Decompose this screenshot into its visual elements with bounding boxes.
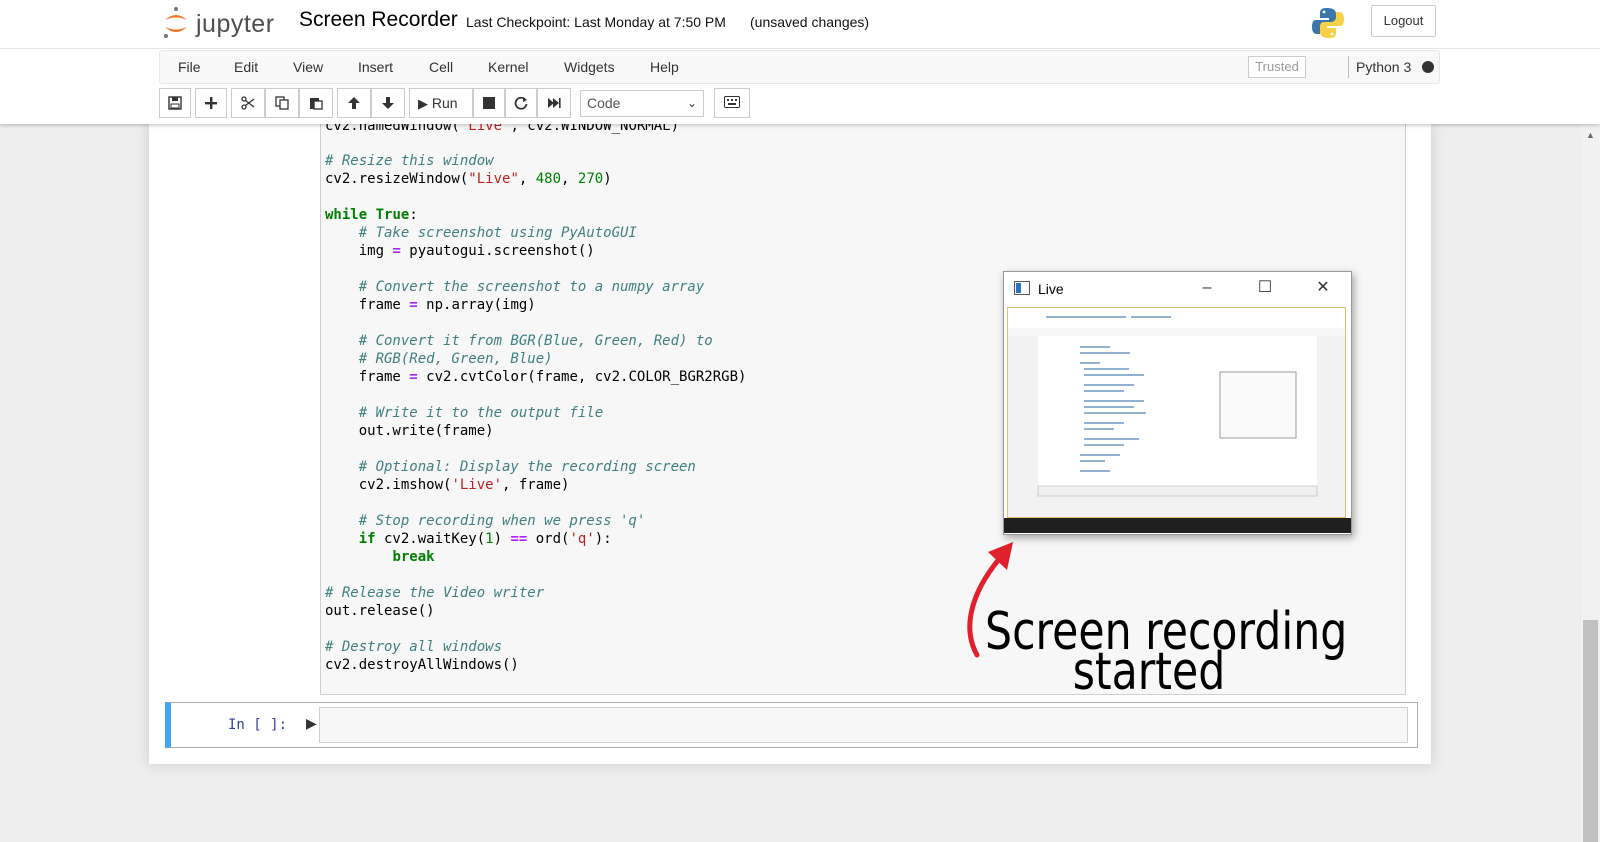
arrow-down-icon (382, 97, 394, 109)
unsaved-status: (unsaved changes) (750, 14, 870, 30)
title-bar: jupyter Screen Recorder Last Checkpoint:… (0, 0, 1600, 49)
live-preview-window[interactable]: Live – ☐ ✕ (1003, 271, 1352, 535)
notebook-header: jupyter Screen Recorder Last Checkpoint:… (0, 0, 1600, 124)
insert-cell-button[interactable] (195, 88, 227, 118)
save-icon (168, 96, 182, 110)
code-comment: # Convert it from BGR(Blue, Green, Red) … (325, 333, 713, 349)
fast-forward-icon (548, 98, 561, 108)
recording-preview (1007, 307, 1346, 518)
paste-icon (310, 98, 323, 110)
move-up-button[interactable] (337, 88, 371, 118)
menu-cell[interactable]: Cell (429, 59, 453, 75)
code-line: cv2.namedWindow("Live", cv2.WINDOW_NORMA… (325, 124, 680, 134)
cell-input-field[interactable] (319, 707, 1408, 743)
code-comment: # Convert the screenshot to a numpy arra… (325, 279, 705, 295)
menu-file[interactable]: File (178, 59, 201, 75)
chevron-down-icon: ⌄ (686, 96, 697, 110)
thumbnail-taskbar (1004, 518, 1351, 533)
code-line: out.write(frame) (325, 423, 494, 439)
kernel-status-icon (1422, 61, 1434, 73)
trusted-indicator[interactable]: Trusted (1248, 56, 1306, 78)
window-title: Live (1038, 281, 1064, 297)
code-line: out.release() (325, 603, 435, 619)
menu-kernel[interactable]: Kernel (488, 59, 528, 75)
move-down-button[interactable] (371, 88, 405, 118)
kernel-name[interactable]: Python 3 (1356, 59, 1411, 75)
code-line: cv2.destroyAllWindows() (325, 657, 519, 673)
kernel-separator (1348, 56, 1349, 78)
copy-button[interactable] (265, 88, 299, 118)
code-line: break (392, 549, 435, 565)
window-titlebar[interactable]: Live – ☐ ✕ (1004, 272, 1351, 307)
scissors-icon (241, 96, 255, 110)
code-comment: # Optional: Display the recording screen (325, 459, 696, 475)
stop-icon (483, 97, 495, 109)
cell-prompt: In [ ]: (228, 717, 288, 733)
paste-button[interactable] (299, 88, 333, 118)
code-line: if cv2.waitKey(1) == ord('q'): (358, 531, 612, 547)
minimize-icon[interactable]: – (1197, 278, 1217, 298)
screen-recording-caption: Screen recording started (985, 606, 1347, 698)
code-comment: # Write it to the output file (325, 405, 604, 421)
cell-type-select[interactable]: Code ⌄ (580, 90, 704, 117)
run-label: Run (431, 95, 458, 111)
interrupt-button[interactable] (473, 88, 505, 118)
menu-help[interactable]: Help (650, 59, 679, 75)
menu-bar: File Edit View Insert Cell Kernel Widget… (159, 50, 1440, 84)
code-line: cv2.imshow('Live', frame) (325, 477, 570, 493)
code-comment: # RGB(Red, Green, Blue) (325, 351, 553, 367)
notebook-name[interactable]: Screen Recorder (299, 8, 458, 32)
code-line: cv2.resizeWindow("Live", 480, 270) (325, 171, 612, 187)
code-line: while True: (325, 207, 418, 223)
close-icon[interactable]: ✕ (1313, 278, 1333, 298)
run-button[interactable]: ▶ Run (409, 88, 473, 118)
restart-icon (514, 96, 528, 110)
restart-button[interactable] (505, 88, 537, 118)
code-line: frame = cv2.cvtColor(frame, cv2.COLOR_BG… (325, 369, 747, 385)
run-icon: ▶ (418, 96, 428, 111)
screen-thumbnail-image (1008, 308, 1345, 497)
plus-icon (205, 97, 217, 109)
checkpoint-status: Last Checkpoint: Last Monday at 7:50 PM (466, 14, 726, 30)
code-comment: # Take screenshot using PyAutoGUI (325, 225, 637, 241)
keyboard-icon (724, 96, 740, 108)
cell-type-value: Code (587, 95, 621, 111)
menu-insert[interactable]: Insert (358, 59, 393, 75)
command-palette-button[interactable] (714, 88, 750, 118)
code-comment: # Resize this window (325, 153, 494, 169)
scroll-up-arrow-icon[interactable]: ▲ (1586, 130, 1595, 140)
code-line: frame = np.array(img) (325, 297, 536, 313)
logout-button[interactable]: Logout (1371, 5, 1436, 37)
jupyter-logo-text: jupyter (196, 10, 275, 38)
cut-button[interactable] (231, 88, 265, 118)
code-line: img = pyautogui.screenshot() (325, 243, 595, 259)
save-button[interactable] (159, 88, 191, 118)
empty-code-cell[interactable]: In [ ]: ▶ | (165, 702, 1418, 748)
scrollbar-thumb[interactable] (1583, 620, 1598, 842)
maximize-icon[interactable]: ☐ (1255, 278, 1275, 298)
arrow-up-icon (348, 97, 360, 109)
code-comment: # Release the Video writer (325, 585, 545, 601)
window-app-icon (1014, 281, 1030, 295)
restart-run-all-button[interactable] (537, 88, 571, 118)
code-comment: # Stop recording when we press 'q' (325, 513, 646, 529)
menu-view[interactable]: View (293, 59, 323, 75)
python-logo-icon (1312, 8, 1344, 38)
menu-edit[interactable]: Edit (234, 59, 258, 75)
jupyter-logo-icon (164, 7, 187, 38)
copy-icon (275, 96, 289, 110)
code-comment: # Destroy all windows (325, 639, 503, 655)
page-scrollbar[interactable]: ▲ (1581, 124, 1600, 842)
jupyter-logo[interactable]: jupyter (162, 6, 282, 40)
menu-widgets[interactable]: Widgets (564, 59, 615, 75)
